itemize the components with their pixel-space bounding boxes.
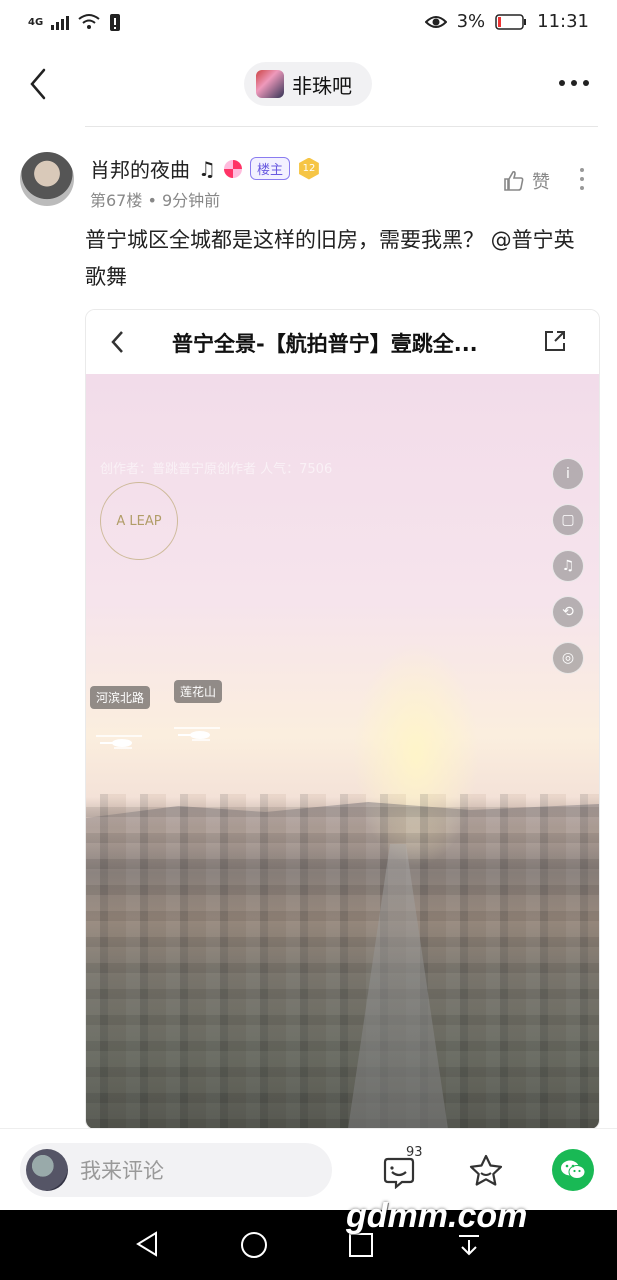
meta-separator: •	[147, 191, 157, 210]
star-icon[interactable]	[468, 1153, 504, 1187]
like-label: 赞	[532, 172, 550, 193]
more-options-icon[interactable]	[559, 80, 589, 86]
thumbs-up-icon	[504, 170, 524, 191]
status-bar: 4G 3% 11:31	[0, 0, 617, 44]
comment-input[interactable]: 我来评论	[20, 1143, 332, 1197]
post-menu-icon[interactable]	[580, 168, 584, 190]
music-icon: ♫	[552, 550, 584, 582]
status-left: 4G	[28, 12, 121, 32]
post-meta: 第67楼 • 9分钟前	[90, 187, 220, 211]
forum-avatar	[256, 70, 284, 98]
place-label: 莲花山	[174, 680, 223, 703]
music-note-icon: ♫	[198, 156, 216, 181]
battery-icon	[495, 13, 527, 30]
floor-number: 第67楼	[90, 191, 143, 210]
gyro-icon: ⟲	[552, 596, 584, 628]
like-button[interactable]: 赞	[502, 168, 550, 194]
wifi-icon	[78, 14, 100, 29]
signal-icon	[51, 14, 70, 30]
top-nav: 非珠吧	[0, 44, 617, 124]
eye-icon	[424, 15, 447, 28]
crop-icon: ▢	[552, 504, 584, 536]
logo-text: A LEAP	[116, 513, 162, 529]
network-type: 4G	[28, 16, 44, 28]
comment-placeholder: 我来评论	[80, 1159, 164, 1183]
site-watermark: gdmm.com	[346, 1197, 528, 1235]
level-badge: 12	[299, 157, 319, 180]
status-right: 3% 11:31	[424, 11, 589, 32]
viewer-controls: i ▢ ♫ ⟲ ◎	[552, 458, 584, 674]
embedded-title: 普宁全景-【航拍普宁】壹跳全...	[172, 332, 478, 356]
city-buildings	[86, 794, 599, 1129]
comment-count: 93	[406, 1145, 423, 1160]
clock: 11:31	[537, 11, 589, 32]
helicopter-icon	[174, 727, 220, 741]
embedded-back-icon	[111, 331, 123, 353]
post-time: 9分钟前	[162, 191, 221, 210]
user-line: 肖邦的夜曲 ♫ 楼主 12	[90, 154, 320, 183]
post-text: 普宁城区全城都是这样的旧房，需要我黑？ @普宁英歌舞	[85, 228, 575, 289]
creator-watermark: 创作者：普跳普宁原创作者 人气：7506	[100, 462, 333, 477]
battery-percent: 3%	[456, 11, 486, 32]
forum-name: 非珠吧	[292, 73, 352, 98]
back-arrow-icon[interactable]	[24, 64, 54, 104]
comment-icon[interactable]	[382, 1155, 416, 1189]
embedded-header: 普宁全景-【航拍普宁】壹跳全...	[86, 310, 599, 374]
my-avatar	[26, 1149, 68, 1191]
aerial-photo: 创作者：普跳普宁原创作者 人气：7506 A LEAP i ▢ ♫ ⟲ ◎ 河滨…	[86, 374, 599, 1129]
username[interactable]: 肖邦的夜曲	[90, 154, 190, 183]
forum-pill[interactable]: 非珠吧	[244, 62, 372, 106]
nav-back-icon[interactable]	[134, 1230, 160, 1258]
place-label: 河滨北路	[90, 686, 151, 709]
vr-icon: ◎	[552, 642, 584, 674]
nav-home-icon[interactable]	[239, 1230, 269, 1260]
user-avatar[interactable]	[20, 152, 74, 206]
lollipop-icon	[223, 159, 242, 178]
cafe-logo: A LEAP	[100, 482, 178, 560]
info-icon: i	[552, 458, 584, 490]
embedded-share-icon	[545, 331, 565, 351]
helicopter-icon	[96, 735, 142, 749]
wechat-share-button[interactable]	[552, 1149, 594, 1191]
alert-battery-icon	[110, 14, 121, 31]
post-image[interactable]: 普宁全景-【航拍普宁】壹跳全... 创作者：普跳普宁原创作者 人气：7506 A…	[85, 309, 600, 1130]
divider	[85, 126, 598, 127]
owner-badge: 楼主	[249, 157, 290, 180]
wechat-icon	[561, 1160, 586, 1179]
